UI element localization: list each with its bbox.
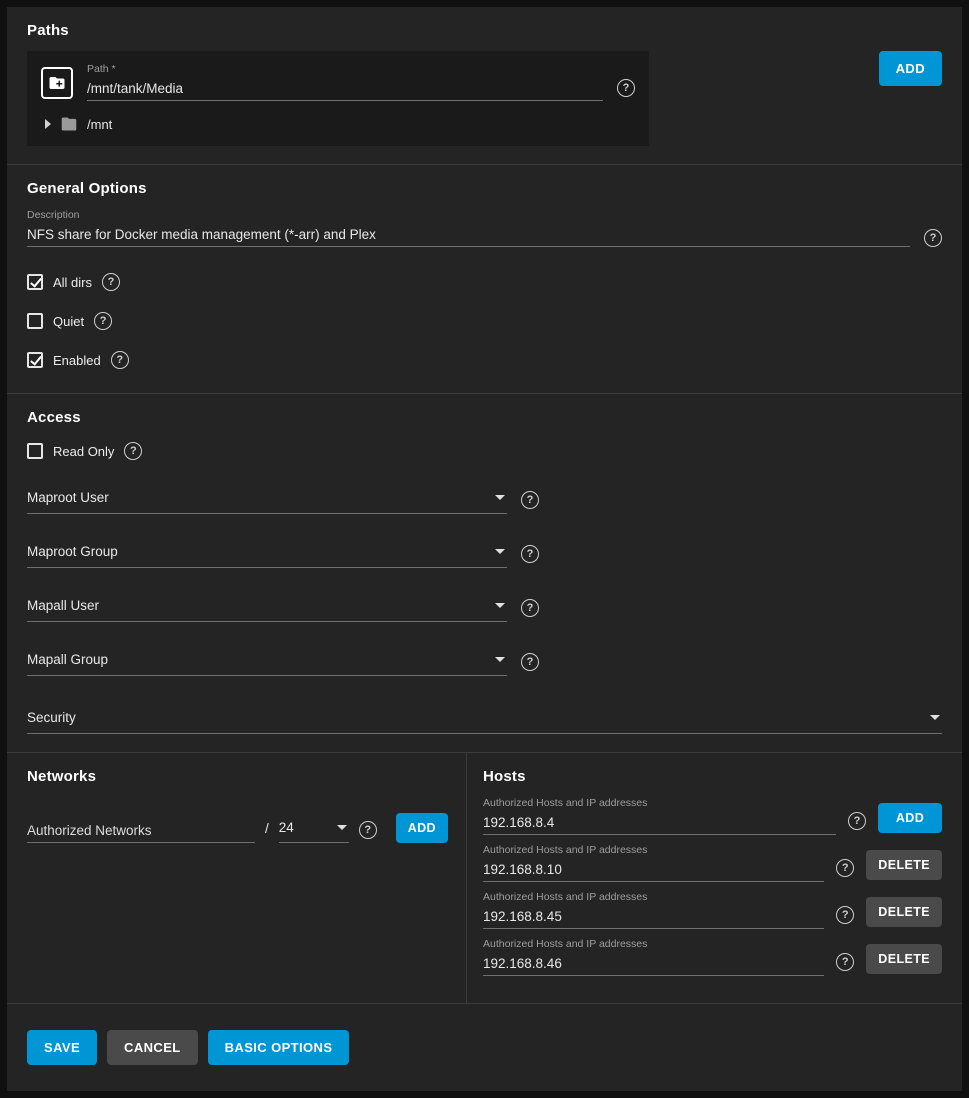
paths-title: Paths xyxy=(27,22,942,39)
maproot-user-label: Maproot User xyxy=(27,490,109,505)
checkbox-row-read-only: Read Only ? xyxy=(27,442,942,460)
host-entry: Authorized Hosts and IP addresses ? DELE… xyxy=(483,938,942,976)
host-delete-button[interactable]: DELETE xyxy=(866,850,942,880)
security-row: Security xyxy=(27,706,942,734)
cidr-separator: / xyxy=(265,821,269,843)
enabled-checkbox[interactable] xyxy=(27,352,43,368)
path-help-icon[interactable]: ? xyxy=(617,79,635,97)
enabled-label: Enabled xyxy=(53,353,101,368)
host-entry: Authorized Hosts and IP addresses ? DELE… xyxy=(483,844,942,882)
mapall-group-label: Mapall Group xyxy=(27,652,108,667)
host-input-1[interactable] xyxy=(483,811,836,835)
networks-title: Networks xyxy=(27,768,448,785)
maproot-group-label: Maproot Group xyxy=(27,544,118,559)
networks-hosts-split: Networks / 24 ? ADD Hosts Authorized Hos… xyxy=(7,753,962,1003)
path-input[interactable] xyxy=(87,77,603,101)
host-entry: Authorized Hosts and IP addresses ? DELE… xyxy=(483,891,942,929)
chevron-down-icon xyxy=(337,825,347,830)
hosts-title: Hosts xyxy=(483,768,942,785)
basic-options-button[interactable]: BASIC OPTIONS xyxy=(208,1030,350,1065)
host-help-icon[interactable]: ? xyxy=(848,812,866,830)
general-options-title: General Options xyxy=(27,180,942,197)
quiet-help-icon[interactable]: ? xyxy=(94,312,112,330)
maproot-group-help-icon[interactable]: ? xyxy=(521,545,539,563)
authorized-networks-row: / 24 ? ADD xyxy=(27,813,448,843)
security-label: Security xyxy=(27,710,76,725)
paths-add-button[interactable]: ADD xyxy=(879,51,942,86)
checkbox-row-quiet: Quiet ? xyxy=(27,312,942,330)
read-only-label: Read Only xyxy=(53,444,114,459)
access-section: Access Read Only ? Maproot User ? Maproo… xyxy=(7,394,962,752)
mapall-user-label: Mapall User xyxy=(27,598,99,613)
host-delete-button[interactable]: DELETE xyxy=(866,897,942,927)
host-field-label: Authorized Hosts and IP addresses xyxy=(483,844,824,856)
checkbox-row-all-dirs: All dirs ? xyxy=(27,273,942,291)
all-dirs-label: All dirs xyxy=(53,275,92,290)
host-field-label: Authorized Hosts and IP addresses xyxy=(483,938,824,950)
mapall-group-row: Mapall Group ? xyxy=(27,648,942,676)
expand-caret-icon[interactable] xyxy=(45,119,51,129)
chevron-down-icon xyxy=(495,603,505,608)
read-only-help-icon[interactable]: ? xyxy=(124,442,142,460)
maproot-user-help-icon[interactable]: ? xyxy=(521,491,539,509)
mapall-group-help-icon[interactable]: ? xyxy=(521,653,539,671)
enabled-help-icon[interactable]: ? xyxy=(111,351,129,369)
host-entry: Authorized Hosts and IP addresses ? ADD xyxy=(483,797,942,835)
description-help-icon[interactable]: ? xyxy=(924,229,942,247)
security-select[interactable]: Security xyxy=(27,706,942,734)
chevron-down-icon xyxy=(495,495,505,500)
checkbox-row-enabled: Enabled ? xyxy=(27,351,942,369)
description-label: Description xyxy=(27,209,910,221)
authorized-networks-input[interactable] xyxy=(27,819,255,843)
create-new-folder-glyph xyxy=(48,74,66,92)
mapall-user-select[interactable]: Mapall User xyxy=(27,594,507,622)
path-explorer-panel: Path * ? /mnt xyxy=(27,51,649,146)
all-dirs-checkbox[interactable] xyxy=(27,274,43,290)
chevron-down-icon xyxy=(495,657,505,662)
host-help-icon[interactable]: ? xyxy=(836,859,854,877)
networks-add-button[interactable]: ADD xyxy=(396,813,448,843)
path-label: Path * xyxy=(87,63,603,75)
quiet-checkbox[interactable] xyxy=(27,313,43,329)
chevron-down-icon xyxy=(495,549,505,554)
cancel-button[interactable]: CANCEL xyxy=(107,1030,198,1065)
cidr-prefix-select[interactable]: 24 xyxy=(279,816,349,843)
host-help-icon[interactable]: ? xyxy=(836,906,854,924)
nfs-share-form: Paths Path * ? xyxy=(7,7,962,1091)
host-delete-button[interactable]: DELETE xyxy=(866,944,942,974)
networks-section: Networks / 24 ? ADD xyxy=(7,753,466,1003)
mapall-user-help-icon[interactable]: ? xyxy=(521,599,539,617)
host-help-icon[interactable]: ? xyxy=(836,953,854,971)
maproot-group-row: Maproot Group ? xyxy=(27,540,942,568)
read-only-checkbox[interactable] xyxy=(27,443,43,459)
description-input[interactable] xyxy=(27,223,910,247)
tree-node-label: /mnt xyxy=(87,117,112,132)
all-dirs-help-icon[interactable]: ? xyxy=(102,273,120,291)
authorized-networks-help-icon[interactable]: ? xyxy=(359,821,377,839)
hosts-section: Hosts Authorized Hosts and IP addresses … xyxy=(467,753,962,1003)
form-actions: SAVE CANCEL BASIC OPTIONS xyxy=(7,1004,962,1091)
quiet-label: Quiet xyxy=(53,314,84,329)
maproot-group-select[interactable]: Maproot Group xyxy=(27,540,507,568)
save-button[interactable]: SAVE xyxy=(27,1030,97,1065)
mapall-group-select[interactable]: Mapall Group xyxy=(27,648,507,676)
tree-node-mnt[interactable]: /mnt xyxy=(41,116,635,132)
general-options-section: General Options Description ? All dirs ?… xyxy=(7,165,962,393)
host-field-label: Authorized Hosts and IP addresses xyxy=(483,891,824,903)
paths-section: Paths Path * ? xyxy=(7,7,962,164)
access-title: Access xyxy=(27,409,942,426)
folder-icon xyxy=(60,116,78,132)
host-field-label: Authorized Hosts and IP addresses xyxy=(483,797,836,809)
host-input-3[interactable] xyxy=(483,905,824,929)
add-folder-icon[interactable] xyxy=(41,67,73,99)
host-input-2[interactable] xyxy=(483,858,824,882)
mapall-user-row: Mapall User ? xyxy=(27,594,942,622)
chevron-down-icon xyxy=(930,715,940,720)
host-input-4[interactable] xyxy=(483,952,824,976)
maproot-user-select[interactable]: Maproot User xyxy=(27,486,507,514)
maproot-user-row: Maproot User ? xyxy=(27,486,942,514)
cidr-prefix-value: 24 xyxy=(279,820,294,835)
host-add-button[interactable]: ADD xyxy=(878,803,942,833)
